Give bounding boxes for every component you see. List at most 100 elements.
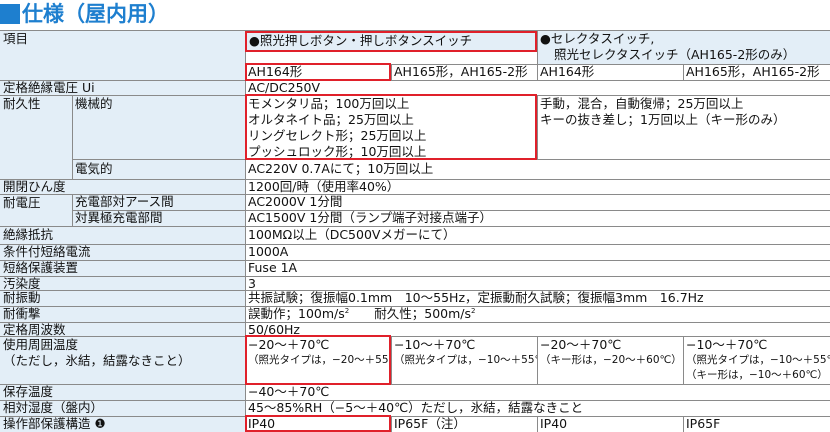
durability-label-line: 耐久性 [3,96,41,111]
ambient-c4-line: （キー形は，−10～＋60℃） [686,369,828,381]
vibration-label: 耐振動 [0,290,245,306]
col-divider [391,336,392,384]
title-square-icon [0,4,20,24]
row-divider [0,306,830,307]
enclosure-value-2-line: IP65F（注） [394,416,466,431]
durability-label: 耐久性 [0,95,72,179]
section-title: 仕様（屋内用） [0,0,830,30]
withstand-sub1-label-line: 充電部対アース間 [75,194,174,209]
col-divider [537,336,538,384]
vibration-value: 共振試験；復振幅0.1mm 10～55Hz，定振動耐久試験；復振幅3mm 16.… [245,290,830,306]
protection_device-label-line: 短絡保護装置 [3,260,79,275]
ambient-c2-line: （照光タイプは，−10～＋55℃） [394,354,537,366]
humidity-label-line: 相対湿度（盤内） [3,400,104,415]
ambient-c3: −20～＋70℃ （キー形は，−20～＋60℃） [537,336,683,384]
withstand-sub1-value-line: AC2000V 1分間 [248,194,343,209]
mech-label: 機械的 [72,95,245,159]
ambient-label-line: 使用周囲温度 [3,337,79,352]
col-divider [391,416,392,432]
row-divider [0,336,830,337]
elec-value-line: AC220V 0.7Aにて；10万回以上 [248,161,434,176]
enclosure-value-3: IP40 [537,416,683,432]
ambient-c2-line: −10～＋70℃ [394,337,476,352]
row-divider [0,244,830,245]
row-divider [0,226,830,227]
elec-label: 電気的 [72,159,245,179]
short_circuit-value-line: 1000A [248,244,289,259]
frequency-value: 50/60Hz [245,322,830,336]
withstand-label-line: 耐電圧 [3,195,41,210]
withstand-sub2-label: 対異極充電部間 [72,210,245,226]
resistance-value: 100MΩ以上（DC500Vメガーにて） [245,226,830,244]
row-divider [0,179,830,180]
section-title-text: 仕様（屋内用） [22,2,169,26]
ambient-c3-line: （キー形は，−20～＋60℃） [540,354,682,366]
shock-durability: 耐久性；500m/s [349,306,471,321]
enclosure-label-line: 操作部保護構造 ❶ [3,416,106,431]
col-divider [537,95,538,159]
frequency-label: 定格周波数 [0,322,245,336]
row-divider [0,276,830,277]
ambient-c4-line: −10～＋70℃ [686,337,768,352]
frequency-label-line: 定格周波数 [3,322,66,336]
protection_device-label: 短絡保護装置 [0,260,245,276]
switching-value: 1200回/時（使用率40%） [245,179,830,194]
enclosure-value-2: IP65F（注） [391,416,537,432]
shock-label: 耐衝撃 [0,306,245,322]
vibration-value-line: 共振試験；復振幅0.1mm 10～55Hz，定振動耐久試験；復振幅3mm 16.… [248,290,704,305]
col-divider [72,95,73,179]
mech-b-value-line: キーの抜き差し；1万回以上（キー形のみ） [540,112,786,127]
col-divider [683,416,684,432]
header-model-4: AH165形，AH165-2形 [683,64,830,80]
resistance-value-line: 100MΩ以上（DC500Vメガーにて） [248,227,456,242]
switching-value-line: 1200回/時（使用率40%） [248,179,400,194]
header-model-2: AH165形，AH165-2形 [391,64,537,80]
row-divider [0,194,830,195]
ambient-c4-line: （照光タイプは，−10～＋55℃） [686,354,830,366]
withstand-label: 耐電圧 [0,194,72,226]
row-divider [72,210,830,211]
spec-table: 項目 ●照光押しボタン・押しボタンスイッチ ●セレクタスイッチ, 照光セレクタスイッチ… [0,30,830,432]
pollution-value-line: 3 [248,276,256,290]
highlight-mechanical [245,94,537,160]
resistance-label-line: 絶縁抵抗 [3,227,54,242]
withstand-sub2-label-line: 対異極充電部間 [75,210,163,225]
highlight-ambient [245,335,391,385]
insulation-value: AC/DC250V [245,80,830,95]
row-divider [0,290,830,291]
vibration-label-line: 耐振動 [3,290,41,305]
short_circuit-label: 条件付短絡電流 [0,244,245,260]
col-divider [537,416,538,432]
elec-label-line: 電気的 [75,161,113,176]
protection_device-value-line: Fuse 1A [248,260,298,275]
enclosure-value-4: IP65F [683,416,830,432]
ambient-label: 使用周囲温度 （ただし，氷結，結露なきこと） [0,336,245,384]
storage-label: 保存温度 [0,384,245,400]
short_circuit-value: 1000A [245,244,830,260]
row-divider [0,260,830,261]
withstand-sub1-value: AC2000V 1分間 [245,194,830,210]
shock-value: 誤動作；100m/s2 耐久性；500m/s2 [245,306,830,322]
note-marker-icon: ❶ [90,416,106,431]
withstand-sub1-label: 充電部対アース間 [72,194,245,210]
humidity-value-line: 45～85%RH（−5～＋40℃）ただし，氷結，結露なきこと [248,400,584,415]
withstand-sub2-value: AC1500V 1分間（ランプ端子対接点端子） [245,210,830,226]
storage-value: −40～＋70℃ [245,384,830,400]
ambient-c4: −10～＋70℃ （照光タイプは，−10～＋55℃） （キー形は，−10～＋60℃） [683,336,830,384]
humidity-value: 45～85%RH（−5～＋40℃）ただし，氷結，結露なきこと [245,400,830,416]
header-item-bg [0,64,245,80]
enclosure-value-3-line: IP40 [540,416,568,431]
highlight-model-ah164 [245,63,391,81]
col-divider [537,30,538,80]
withstand-sub2-value-line: AC1500V 1分間（ランプ端子対接点端子） [248,210,492,225]
protection_device-value: Fuse 1A [245,260,830,276]
col-divider [683,64,684,80]
shock-unit-sup: 2 [471,306,476,315]
storage-label-line: 保存温度 [3,384,54,399]
header-group-b-line: 照光セレクタスイッチ（AH165-2形のみ） [554,47,796,62]
mech-b-value: 手動，混合，自動復帰；25万回以上 キーの抜き差し；1万回以上（キー形のみ） [537,95,830,159]
elec-value: AC220V 0.7Aにて；10万回以上 [245,159,830,179]
ambient-label-line: （ただし，氷結，結露なきこと） [3,353,191,368]
shock-label-line: 耐衝撃 [3,306,41,321]
pollution-label: 汚染度 [0,276,245,290]
